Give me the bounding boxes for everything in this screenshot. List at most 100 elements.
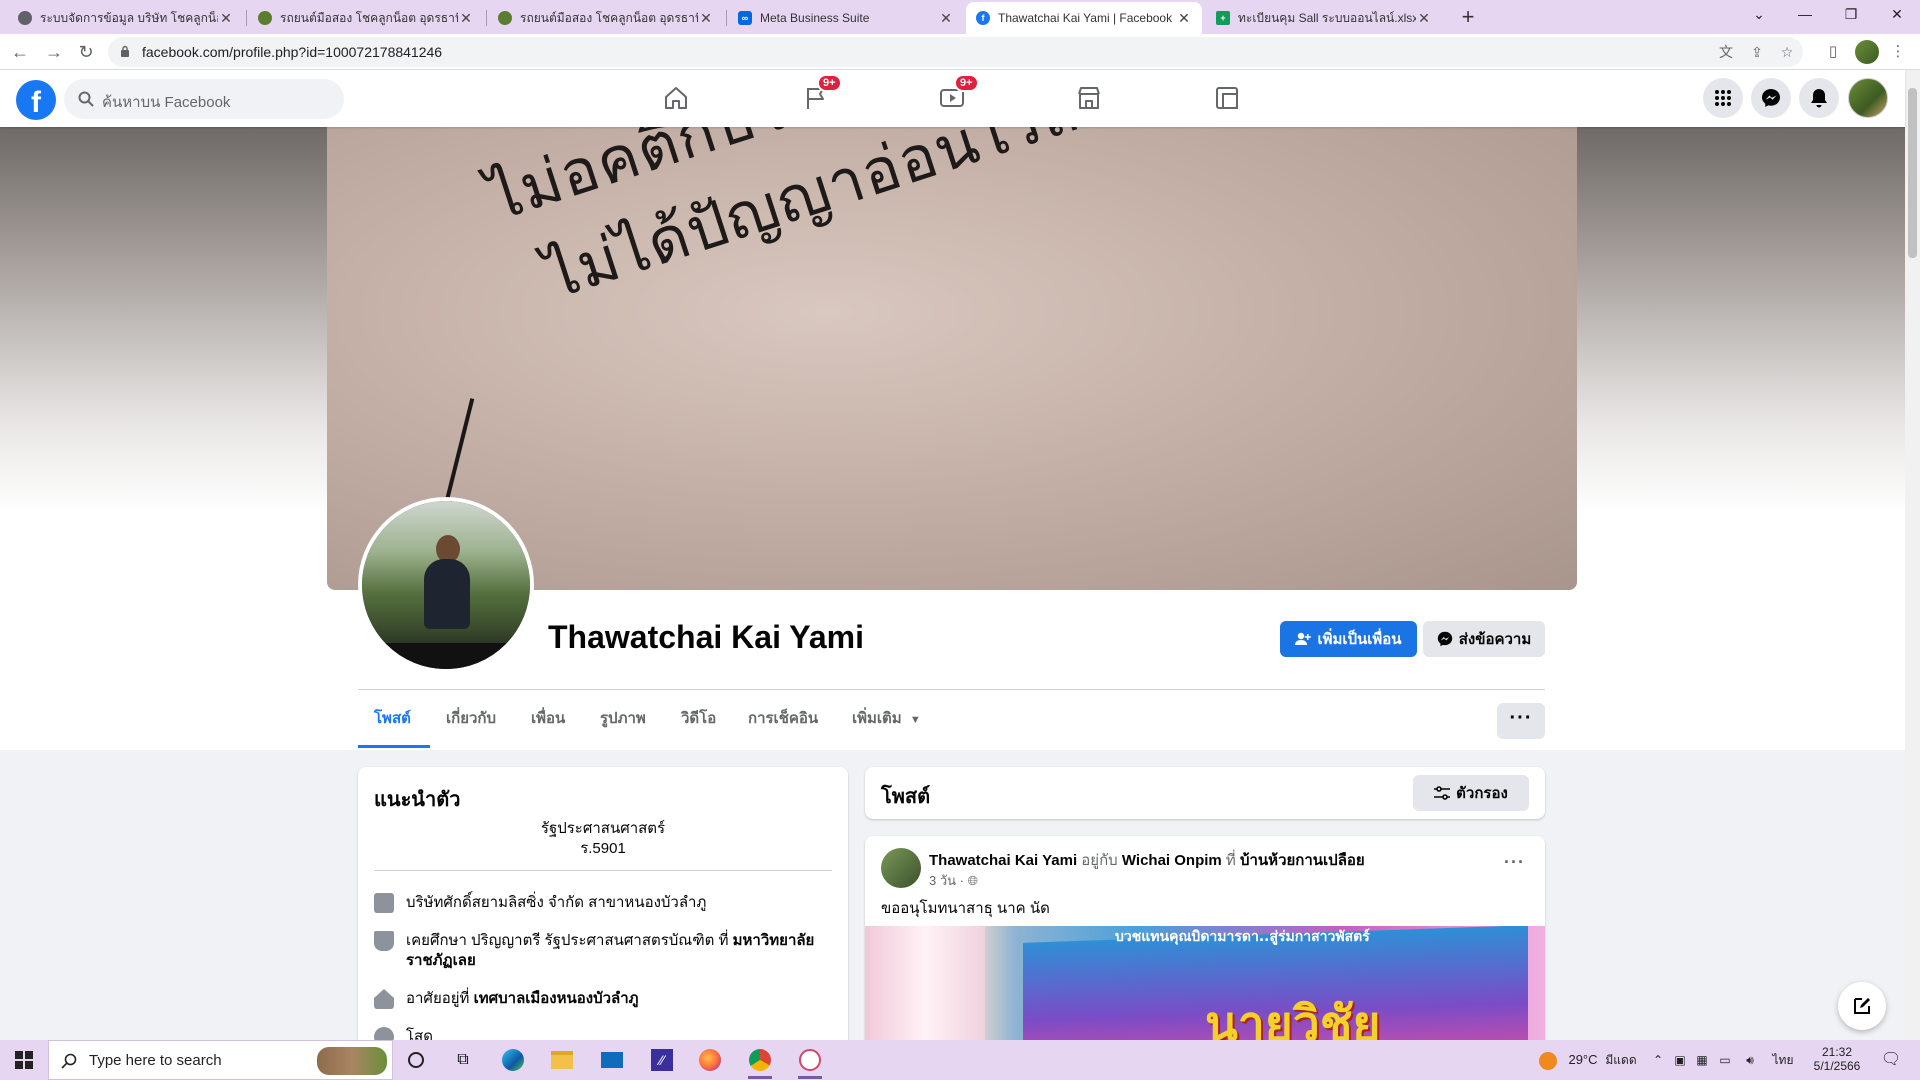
- gaming-icon[interactable]: [1207, 78, 1247, 118]
- new-tab-button[interactable]: +: [1454, 4, 1482, 32]
- file-explorer-icon[interactable]: [542, 1044, 582, 1076]
- taskbar-search-input[interactable]: Type here to search: [48, 1040, 393, 1080]
- tab-photos[interactable]: รูปภาพ: [600, 706, 646, 730]
- windows-start-button[interactable]: [0, 1040, 48, 1080]
- close-tab-icon[interactable]: ✕: [1416, 10, 1432, 27]
- paint-app-icon[interactable]: [790, 1044, 830, 1079]
- close-tab-icon[interactable]: ✕: [698, 10, 714, 27]
- intro-title: แนะนำตัว: [374, 789, 461, 811]
- new-message-compose-button[interactable]: [1838, 982, 1886, 1030]
- close-tab-icon[interactable]: ✕: [938, 10, 954, 27]
- address-bar[interactable]: facebook.com/profile.php?id=100072178841…: [108, 37, 1803, 67]
- post-place-link[interactable]: บ้านห้วยกานเปลือย: [1240, 852, 1365, 869]
- post-image[interactable]: บวชแทนคุณบิดามารดา..สู่ร่มกาสาวพัสตร์ นา…: [865, 926, 1545, 1056]
- messenger-icon[interactable]: [1751, 78, 1791, 118]
- scrollbar-thumb[interactable]: [1908, 88, 1917, 258]
- tab-title: ทะเบียนคุม Sall ระบบออนไลน์.xlsx - G: [1238, 10, 1416, 25]
- tray-app-icon[interactable]: ▦: [1693, 1040, 1711, 1080]
- restore-icon[interactable]: ❐: [1828, 0, 1874, 30]
- briefcase-icon: [374, 893, 394, 913]
- tab-videos[interactable]: วิดีโอ: [681, 706, 716, 730]
- browser-tab-active[interactable]: f Thawatchai Kai Yami | Facebook ✕: [966, 2, 1202, 34]
- profile-avatar-icon[interactable]: [1855, 40, 1879, 64]
- back-arrow-icon[interactable]: ←: [6, 38, 34, 66]
- send-message-button[interactable]: ส่งข้อความ: [1423, 621, 1545, 657]
- tab-search-icon[interactable]: ⌄: [1736, 0, 1782, 30]
- close-tab-icon[interactable]: ✕: [458, 10, 474, 27]
- post-tagged-user-link[interactable]: Wichai Onpim: [1122, 852, 1222, 869]
- tab-more[interactable]: เพิ่มเติม ▼: [852, 706, 921, 730]
- input-language[interactable]: ไทย: [1771, 1040, 1795, 1080]
- tab-friends[interactable]: เพื่อน: [531, 706, 565, 730]
- close-tab-icon[interactable]: ✕: [1176, 10, 1192, 27]
- tab-title: ระบบจัดการข้อมูล บริษัท โชคลูกน็อต อ: [40, 10, 218, 25]
- browser-tab[interactable]: รถยนต์มือสอง โชคลูกน็อต อุดรธานี ✕: [248, 2, 484, 34]
- reload-icon[interactable]: ↻: [72, 38, 100, 66]
- firefox-icon[interactable]: [690, 1044, 730, 1076]
- notifications-bell-icon[interactable]: [1799, 78, 1839, 118]
- post-at-word: ที่: [1225, 852, 1236, 869]
- browser-tab[interactable]: ∞ Meta Business Suite ✕: [728, 2, 964, 34]
- notification-center-icon[interactable]: 🗨︎: [1876, 1040, 1906, 1080]
- mail-icon[interactable]: [592, 1044, 632, 1076]
- post-author-avatar[interactable]: [881, 848, 921, 888]
- posts-header-card: โพสต์ ตัวกรอง: [865, 767, 1545, 819]
- close-window-icon[interactable]: ✕: [1874, 0, 1920, 30]
- translate-icon[interactable]: 文: [1715, 41, 1737, 63]
- education-text: เคยศึกษา ปริญญาตรี รัฐประศาสนศาสตรบัณฑิต…: [406, 931, 824, 971]
- intro-lives-row: อาศัยอยู่ที่ เทศบาลเมืองหนองบัวลำภู: [374, 989, 824, 1009]
- tab-about[interactable]: เกี่ยวกับ: [446, 706, 496, 730]
- url-text[interactable]: facebook.com/profile.php?id=100072178841…: [142, 44, 442, 60]
- post-options-icon[interactable]: ···: [1504, 852, 1525, 873]
- lives-place-link[interactable]: เทศบาลเมืองหนองบัวลำภู: [474, 990, 639, 1007]
- watch-video-icon[interactable]: 9+: [932, 74, 979, 118]
- menu-grid-icon[interactable]: [1703, 78, 1743, 118]
- vscode-style-app-icon[interactable]: ⁄⁄: [642, 1044, 682, 1076]
- facebook-search-input[interactable]: ค้นหาบน Facebook: [64, 79, 344, 119]
- meta-separator: ·: [959, 873, 968, 888]
- kebab-menu-icon[interactable]: ⋮: [1886, 40, 1910, 64]
- meta-icon: ∞: [738, 11, 752, 25]
- chrome-icon[interactable]: [740, 1044, 780, 1079]
- weather-condition[interactable]: มีแดด: [1603, 1040, 1639, 1080]
- volume-icon[interactable]: 🔊︎: [1741, 1040, 1759, 1080]
- intro-bio: รัฐประศาสนศาสตร์ ร.5901: [374, 819, 832, 859]
- home-icon[interactable]: [656, 78, 696, 118]
- account-avatar[interactable]: [1848, 78, 1888, 118]
- pages-flag-icon[interactable]: 9+: [795, 74, 842, 118]
- filter-button[interactable]: ตัวกรอง: [1413, 775, 1529, 811]
- side-panel-icon[interactable]: ▯: [1821, 40, 1845, 64]
- tab-posts[interactable]: โพสต์: [374, 706, 411, 730]
- profile-picture[interactable]: [358, 497, 534, 673]
- browser-tab-strip: ระบบจัดการข้อมูล บริษัท โชคลูกน็อต อ ✕ ร…: [0, 0, 1920, 34]
- weather-temperature[interactable]: 29°C: [1565, 1040, 1601, 1080]
- minimize-icon[interactable]: —: [1782, 0, 1828, 30]
- browser-tab[interactable]: + ทะเบียนคุม Sall ระบบออนไลน์.xlsx - G ✕: [1206, 2, 1442, 34]
- tray-app-icon[interactable]: ▣: [1671, 1040, 1689, 1080]
- browser-tab[interactable]: รถยนต์มือสอง โชคลูกน็อต อุดรธานี ✕: [488, 2, 724, 34]
- page-scrollbar[interactable]: [1905, 70, 1920, 1040]
- tab-checkins[interactable]: การเช็คอิน: [748, 706, 818, 730]
- browser-tab[interactable]: ระบบจัดการข้อมูล บริษัท โชคลูกน็อต อ ✕: [8, 2, 244, 34]
- tray-expand-icon[interactable]: ⌃: [1649, 1040, 1667, 1080]
- add-friend-label: เพิ่มเป็นเพื่อน: [1317, 631, 1402, 648]
- clock-date: 5/1/2566: [1813, 1059, 1861, 1073]
- share-icon[interactable]: ⇪: [1746, 41, 1768, 63]
- marketplace-icon[interactable]: [1069, 78, 1109, 118]
- task-view-icon[interactable]: ⧉: [443, 1044, 483, 1076]
- post-author-link[interactable]: Thawatchai Kai Yami: [929, 852, 1077, 869]
- weather-sun-icon[interactable]: [1537, 1040, 1559, 1080]
- profile-more-options-button[interactable]: ···: [1497, 703, 1545, 739]
- close-tab-icon[interactable]: ✕: [218, 10, 234, 27]
- post-timestamp[interactable]: 3 วัน: [929, 873, 956, 888]
- clock[interactable]: 21:32 5/1/2566: [1804, 1040, 1870, 1080]
- edge-icon[interactable]: [493, 1044, 533, 1076]
- network-icon[interactable]: ▭: [1716, 1040, 1734, 1080]
- globe-icon: [18, 11, 32, 25]
- work-text[interactable]: บริษัทศักดิ์สยามลิสซิ่ง จำกัด สาขาหนองบั…: [406, 893, 706, 913]
- forward-arrow-icon[interactable]: →: [40, 38, 68, 66]
- bookmark-star-icon[interactable]: ☆: [1776, 41, 1798, 63]
- facebook-logo[interactable]: f: [16, 80, 56, 120]
- cortana-icon[interactable]: [396, 1044, 436, 1076]
- add-friend-button[interactable]: เพิ่มเป็นเพื่อน: [1280, 621, 1417, 657]
